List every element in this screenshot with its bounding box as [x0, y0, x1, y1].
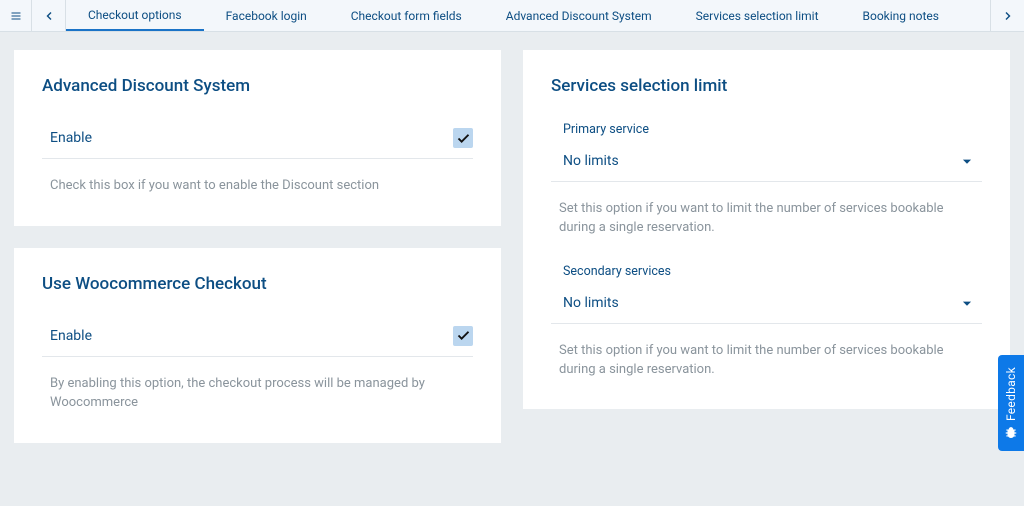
select-value: No limits	[563, 153, 619, 169]
content-area: Advanced Discount System Enable Check th…	[0, 32, 1024, 461]
bug-icon	[1004, 425, 1018, 439]
tabs-next-button[interactable]	[990, 0, 1024, 31]
field-help-text: By enabling this option, the checkout pr…	[42, 375, 473, 413]
enable-checkbox[interactable]	[453, 128, 473, 148]
card-title: Services selection limit	[551, 76, 982, 96]
checkmark-icon	[456, 131, 471, 146]
enable-label: Enable	[50, 328, 92, 344]
card-title: Use Woocommerce Checkout	[42, 274, 473, 294]
tab-booking-notes[interactable]: Booking notes	[841, 0, 961, 31]
enable-field-row[interactable]: Enable	[42, 320, 473, 357]
tab-facebook-login[interactable]: Facebook login	[204, 0, 329, 31]
chevron-down-icon	[960, 296, 974, 310]
card-advanced-discount-system: Advanced Discount System Enable Check th…	[14, 50, 501, 226]
primary-service-group: Primary service No limits Set this optio…	[551, 122, 982, 238]
secondary-services-select[interactable]: No limits	[551, 287, 982, 324]
enable-label: Enable	[50, 130, 92, 146]
chevron-down-icon	[960, 154, 974, 168]
field-help-text: Check this box if you want to enable the…	[42, 177, 473, 196]
card-services-selection-limit: Services selection limit Primary service…	[523, 50, 1010, 409]
checkmark-icon	[456, 328, 471, 343]
feedback-button[interactable]: Feedback	[998, 355, 1024, 451]
primary-service-label: Primary service	[551, 122, 982, 137]
top-tab-bar: Checkout options Facebook login Checkout…	[0, 0, 1024, 32]
card-title: Advanced Discount System	[42, 76, 473, 96]
field-help-text: Set this option if you want to limit the…	[551, 200, 982, 238]
secondary-services-group: Secondary services No limits Set this op…	[551, 264, 982, 380]
tab-services-selection-limit[interactable]: Services selection limit	[674, 0, 841, 31]
select-value: No limits	[563, 295, 619, 311]
primary-service-select[interactable]: No limits	[551, 145, 982, 182]
left-column: Advanced Discount System Enable Check th…	[14, 50, 501, 443]
hamburger-menu-icon[interactable]	[0, 0, 32, 31]
card-woocommerce-checkout: Use Woocommerce Checkout Enable By enabl…	[14, 248, 501, 443]
enable-checkbox[interactable]	[453, 326, 473, 346]
field-help-text: Set this option if you want to limit the…	[551, 342, 982, 380]
right-column: Services selection limit Primary service…	[523, 50, 1010, 443]
tabs-prev-button[interactable]	[32, 0, 66, 31]
tab-checkout-options[interactable]: Checkout options	[66, 0, 204, 31]
secondary-services-label: Secondary services	[551, 264, 982, 279]
enable-field-row[interactable]: Enable	[42, 122, 473, 159]
tab-advanced-discount-system[interactable]: Advanced Discount System	[484, 0, 674, 31]
tab-checkout-form-fields[interactable]: Checkout form fields	[329, 0, 484, 31]
feedback-label: Feedback	[1004, 367, 1018, 421]
